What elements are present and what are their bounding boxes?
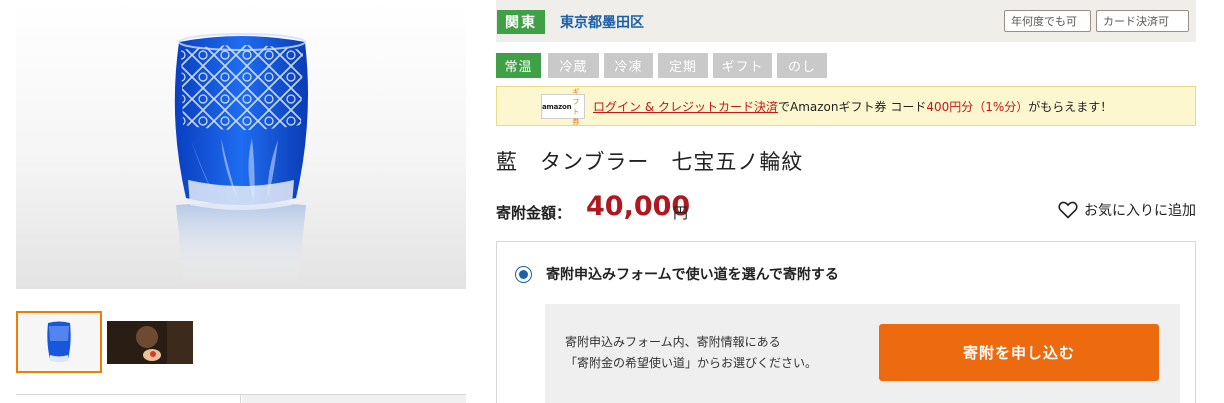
donation-description: 寄附申込みフォーム内、寄附情報にある 「寄附金の希望使い道」からお選びください。	[565, 332, 817, 374]
amazon-logo-text: amazon	[542, 102, 572, 111]
amazon-logo-subtext: ギフト券	[572, 87, 580, 126]
tumbler-thumbnail-image	[18, 313, 100, 371]
product-title: 藍 タンブラー 七宝五ノ輪紋	[496, 150, 804, 174]
amazon-banner-text: ログイン & クレジットカード決済でAmazonギフト券 コード400円分（1%…	[593, 98, 1112, 115]
tab-left[interactable]	[16, 395, 241, 403]
radio-dot	[519, 269, 528, 279]
description-line-1: 寄附申込みフォーム内、寄附情報にある	[565, 335, 781, 349]
tag-repeat-allowed: 年何度でも可	[1004, 10, 1091, 32]
tag-gift: ギフト	[713, 53, 772, 78]
add-favorite-button[interactable]: お気に入りに追加	[1058, 200, 1196, 220]
radio-button-selected[interactable]	[515, 265, 532, 283]
donation-options-box: 寄附申込みフォームで使い道を選んで寄附する 寄附申込みフォーム内、寄附情報にある…	[496, 241, 1196, 403]
price-row: 寄附金額： 40,000 円 お気に入りに追加	[496, 191, 1196, 227]
banner-text-1: でAmazonギフト券 コード	[778, 100, 927, 114]
price-unit: 円	[673, 204, 689, 222]
donation-option-label: 寄附申込みフォームで使い道を選んで寄附する	[546, 267, 839, 283]
blue-tumbler-image	[174, 33, 308, 285]
product-main-image[interactable]	[16, 0, 466, 289]
apply-donation-button[interactable]: 寄附を申し込む	[879, 324, 1159, 381]
tag-card-payment: カード決済可	[1096, 10, 1189, 32]
banner-amount: 400円分（1%分）	[926, 100, 1029, 114]
heart-icon	[1058, 201, 1078, 219]
price-label: 寄附金額：	[496, 204, 572, 222]
tab-right[interactable]	[242, 395, 466, 403]
region-info-bar: 関東 東京都墨田区 年何度でも可 カード決済可	[496, 0, 1196, 42]
tag-refrigerated: 冷蔵	[548, 53, 599, 78]
region-city-link[interactable]: 東京都墨田区	[560, 12, 644, 32]
favorite-label: お気に入りに追加	[1084, 203, 1196, 219]
donation-detail-box: 寄附申込みフォーム内、寄附情報にある 「寄附金の希望使い道」からお選びください。…	[545, 304, 1180, 403]
person-photo-thumbnail-image	[107, 321, 193, 364]
donation-option-form[interactable]: 寄附申込みフォームで使い道を選んで寄附する	[515, 264, 839, 284]
tag-noshi: のし	[777, 53, 827, 78]
banner-text-2: がもらえます！	[1028, 100, 1113, 114]
region-badge: 関東	[497, 10, 545, 34]
amazon-gift-logo: amazon ギフト券	[541, 88, 585, 126]
thumbnail-person-photo[interactable]	[107, 321, 193, 364]
gallery-tab-bar	[16, 394, 466, 403]
tag-subscription: 定期	[658, 53, 708, 78]
amazon-gift-banner: amazon ギフト券 ログイン & クレジットカード決済でAmazonギフト券 …	[496, 86, 1196, 126]
description-line-2: 「寄附金の希望使い道」からお選びください。	[565, 356, 818, 370]
tag-room-temp: 常温	[496, 53, 541, 78]
tag-frozen: 冷凍	[604, 53, 653, 78]
login-card-payment-link[interactable]: ログイン & クレジットカード決済	[593, 100, 778, 114]
thumbnail-tumbler[interactable]	[16, 311, 102, 373]
